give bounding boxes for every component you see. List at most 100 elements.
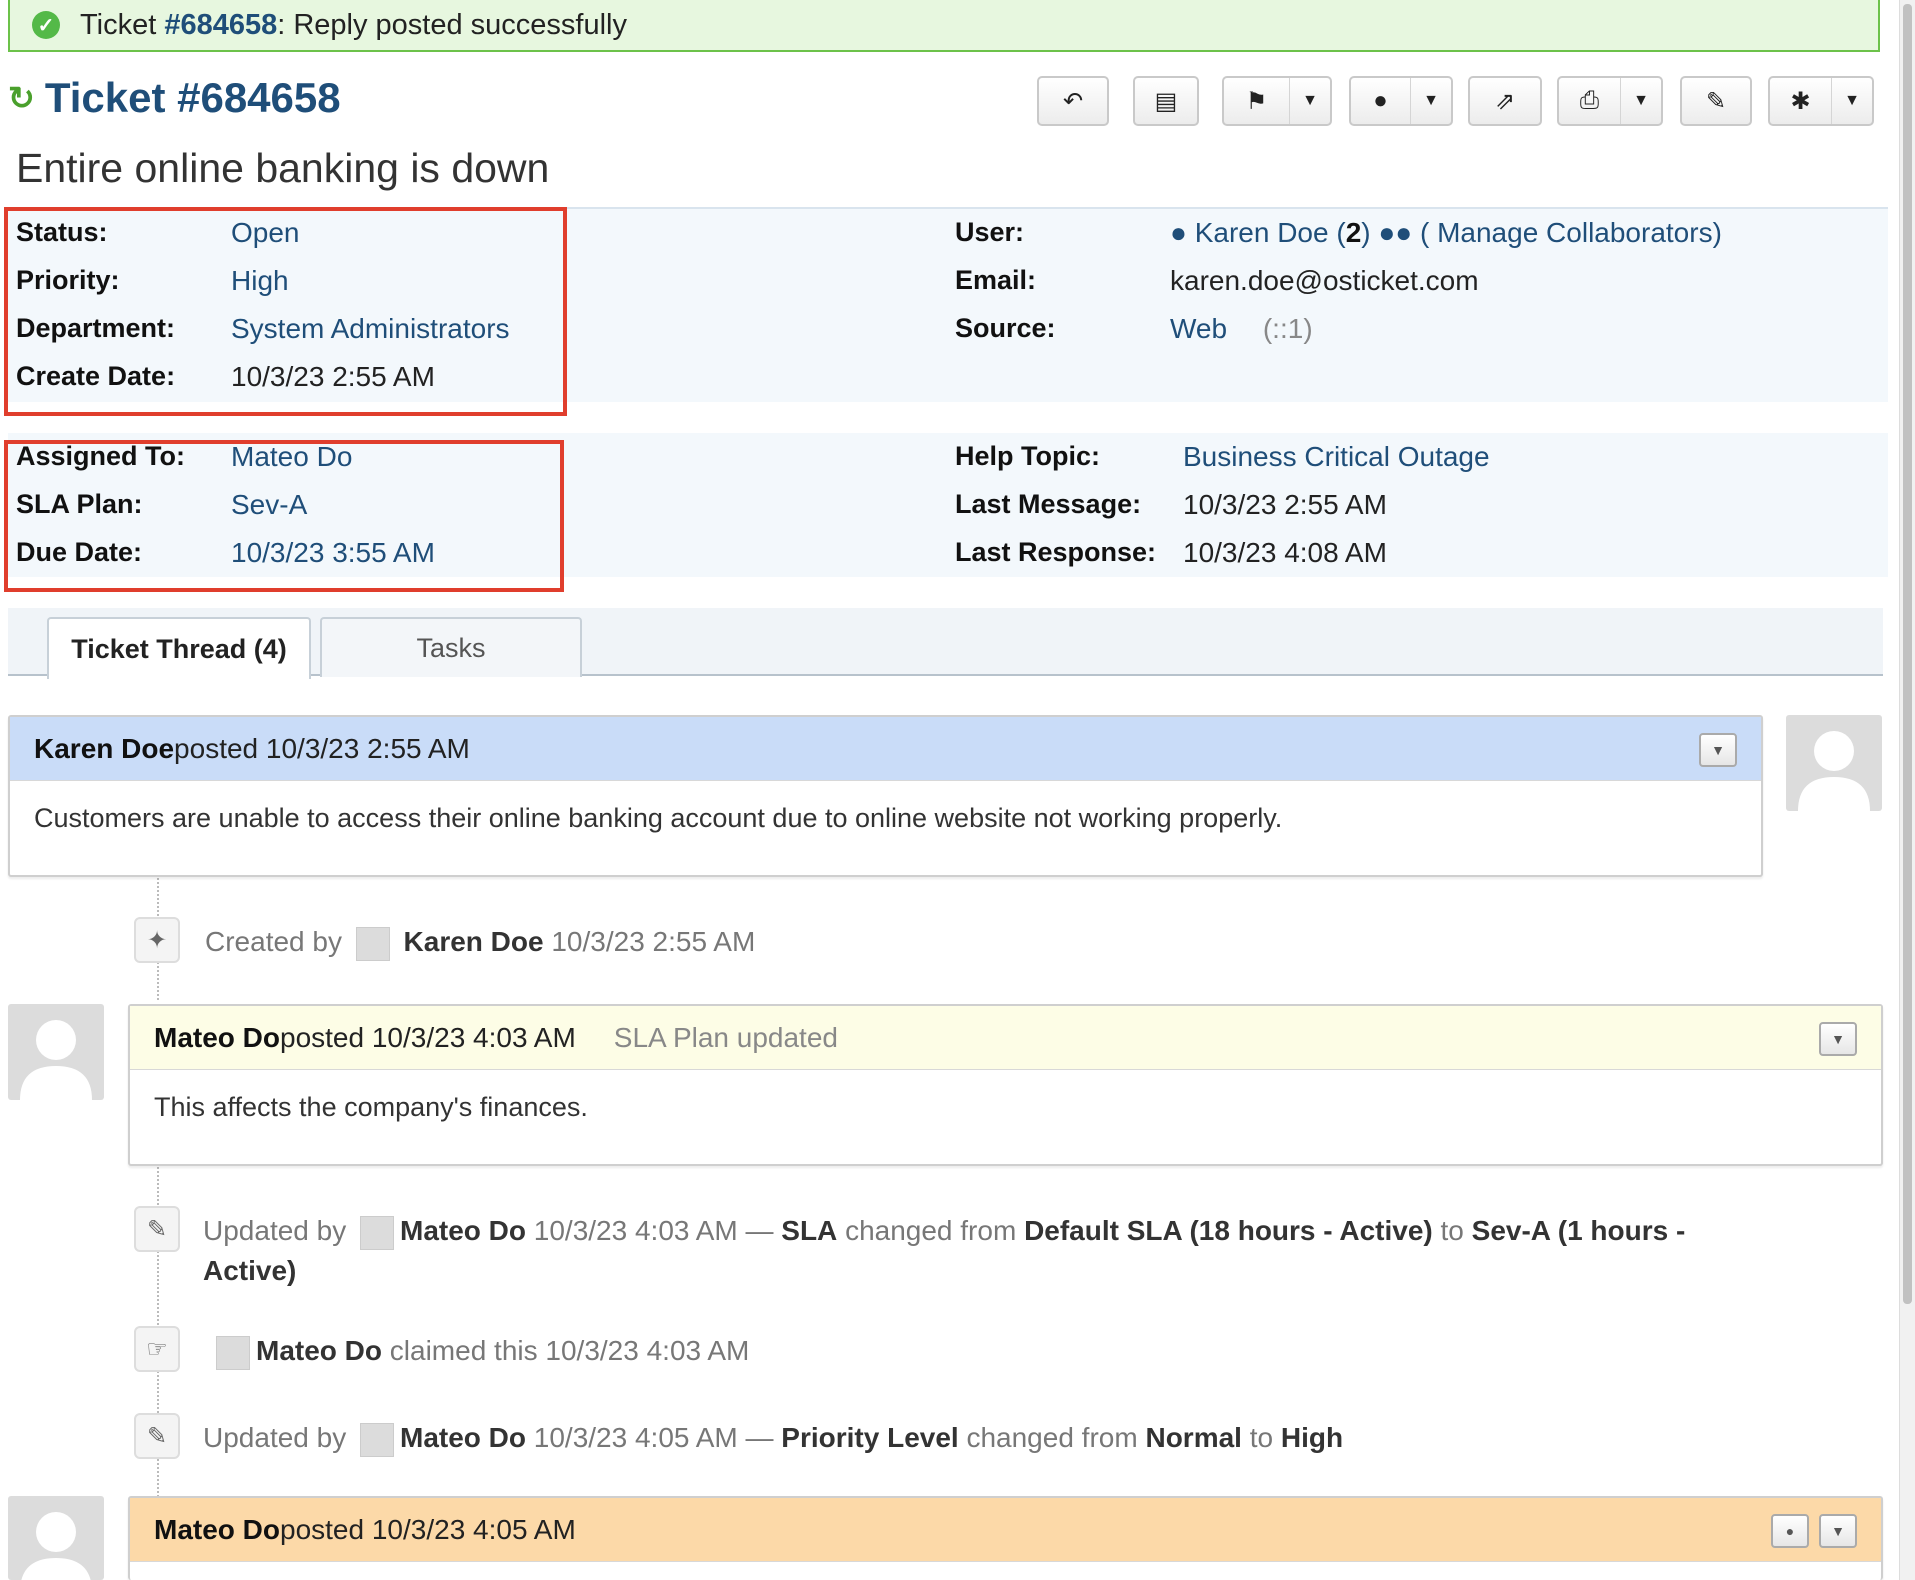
note-button[interactable]: ▤ <box>1133 76 1199 126</box>
edit-icon: ✎ <box>1705 87 1727 115</box>
check-circle-icon: ✓ <box>32 11 60 39</box>
event-created: Created by Karen Doe 10/3/23 2:55 AM <box>205 922 755 962</box>
help-topic-value: Business Critical Outage <box>1183 441 1490 472</box>
entry-author[interactable]: Mateo Do <box>154 1022 280 1054</box>
event-sla-updated: Updated by Mateo Do 10/3/23 4:03 AM — SL… <box>203 1211 1763 1291</box>
user-icon: ● <box>1785 1523 1795 1539</box>
reply-button[interactable]: ↶ <box>1037 76 1109 126</box>
event-field: SLA <box>781 1215 838 1246</box>
source-name: Web <box>1170 313 1228 344</box>
refresh-icon[interactable]: ↻ <box>8 79 35 117</box>
entry-posted-time: posted 10/3/23 2:55 AM <box>174 732 470 764</box>
help-topic-label: Help Topic: <box>955 441 1100 471</box>
event-claimed: Mateo Do claimed this 10/3/23 4:03 AM <box>210 1331 749 1371</box>
avatar <box>8 1496 104 1580</box>
email-value: karen.doe@osticket.com <box>1170 265 1479 296</box>
event-user[interactable]: Karen Doe <box>404 926 544 957</box>
entry-posted-time: posted 10/3/23 4:05 AM <box>280 1513 576 1545</box>
scrollbar-thumb[interactable] <box>1903 4 1912 1304</box>
avatar <box>216 1335 250 1370</box>
page-title[interactable]: Ticket #684658 <box>45 74 341 122</box>
print-dropdown-button[interactable]: ⎙ ▼ <box>1557 76 1663 126</box>
entry-options-button[interactable]: ▼ <box>1819 1022 1857 1056</box>
reply-icon: ↶ <box>1062 87 1084 115</box>
flag-dropdown-button[interactable]: ⚑ ▼ <box>1222 76 1332 126</box>
thread-entry-note: Mateo Do posted 10/3/23 4:03 AM SLA Plan… <box>128 1004 1883 1166</box>
magic-wand-icon: ✦ <box>134 917 180 963</box>
entry-options-button[interactable]: ▼ <box>1699 733 1737 767</box>
flag-icon: ⚑ <box>1245 87 1268 115</box>
avatar <box>8 1004 104 1100</box>
user-value: ● Karen Doe (2) ●● ( Manage Collaborator… <box>1170 217 1722 248</box>
more-dropdown-button[interactable]: ✱ ▼ <box>1768 76 1874 126</box>
event-changed-text: changed from <box>966 1422 1138 1453</box>
entry-header: Karen Doe posted 10/3/23 2:55 AM <box>10 717 1761 781</box>
edit-button[interactable]: ✎ <box>1680 76 1752 126</box>
event-time: 10/3/23 4:05 AM — <box>533 1422 774 1453</box>
success-notice: ✓ Ticket #684658: Reply posted successfu… <box>8 0 1880 52</box>
entry-header: Mateo Do posted 10/3/23 4:05 AM <box>130 1498 1881 1562</box>
entry-options-button[interactable]: ▼ <box>1819 1514 1857 1548</box>
email-label: Email: <box>955 265 1037 295</box>
event-to-value: High <box>1280 1422 1344 1453</box>
thread-entry-message: Karen Doe posted 10/3/23 2:55 AM Custome… <box>8 715 1763 877</box>
highlight-box-assignment <box>4 440 564 592</box>
source-ip: (::1) <box>1262 313 1313 344</box>
event-to-word: to <box>1440 1215 1464 1246</box>
last-response-value: 10/3/23 4:08 AM <box>1183 537 1387 568</box>
entry-body: Customers are unable to access their onl… <box>34 803 1283 833</box>
print-icon: ⎙ <box>1579 87 1600 114</box>
tab-tasks[interactable]: Tasks <box>320 617 582 677</box>
avatar <box>1786 715 1882 811</box>
event-user[interactable]: Mateo Do <box>256 1335 382 1366</box>
pencil-icon: ✎ <box>134 1206 180 1252</box>
event-user[interactable]: Mateo Do <box>400 1215 526 1246</box>
source-value: Web (::1) <box>1170 313 1313 345</box>
users-icon: ●● <box>1378 217 1413 248</box>
chevron-down-icon: ▼ <box>1289 78 1330 124</box>
last-message-value: 10/3/23 2:55 AM <box>1183 489 1387 520</box>
event-text: claimed this 10/3/23 4:03 AM <box>389 1335 750 1366</box>
user-link[interactable]: Karen Doe <box>1195 217 1329 248</box>
entry-posted-time: posted 10/3/23 4:03 AM <box>280 1021 576 1053</box>
thumbs-up-icon: ☞ <box>134 1326 180 1372</box>
event-prefix: Created by <box>205 926 342 957</box>
avatar <box>355 926 390 961</box>
entry-header: Mateo Do posted 10/3/23 4:03 AM SLA Plan… <box>130 1006 1881 1070</box>
file-icon: ▤ <box>1154 87 1178 115</box>
event-prefix: Updated by <box>203 1215 347 1246</box>
avatar <box>360 1422 394 1457</box>
chevron-down-icon: ▼ <box>1711 742 1725 758</box>
transfer-button[interactable]: ⇗ <box>1468 76 1542 126</box>
chevron-down-icon: ▼ <box>1831 1523 1845 1539</box>
source-label: Source: <box>955 313 1056 343</box>
entry-author[interactable]: Karen Doe <box>34 733 174 765</box>
title-row: ↻ Ticket #684658 <box>8 68 341 128</box>
event-user[interactable]: Mateo Do <box>400 1422 526 1453</box>
event-from-value: Normal <box>1145 1422 1242 1453</box>
scrollbar[interactable] <box>1899 0 1915 1580</box>
event-to-word: to <box>1249 1422 1274 1453</box>
share-icon: ⇗ <box>1494 87 1516 115</box>
user-label: User: <box>955 217 1025 247</box>
thread-entry-response: Mateo Do posted 10/3/23 4:05 AM ● ▼ <box>128 1496 1883 1580</box>
user-icon: ● <box>1373 87 1388 114</box>
entry-author[interactable]: Mateo Do <box>154 1514 280 1546</box>
chevron-down-icon: ▼ <box>1410 78 1451 124</box>
event-priority-updated: Updated by Mateo Do 10/3/23 4:05 AM — Pr… <box>203 1418 1343 1458</box>
user-ticket-count[interactable]: 2 <box>1346 217 1362 248</box>
chevron-down-icon: ▼ <box>1620 78 1661 124</box>
entry-body: This affects the company's finances. <box>154 1092 588 1122</box>
notice-text: Ticket #684658: Reply posted successfull… <box>80 8 628 41</box>
avatar <box>360 1215 394 1250</box>
assign-dropdown-button[interactable]: ● ▼ <box>1349 76 1453 126</box>
event-prefix: Updated by <box>203 1422 347 1453</box>
tab-ticket-thread[interactable]: Ticket Thread (4) <box>47 617 311 679</box>
chevron-down-icon: ▼ <box>1831 78 1872 124</box>
event-field: Priority Level <box>781 1422 959 1453</box>
chevron-down-icon: ▼ <box>1831 1031 1845 1047</box>
manage-collaborators-link[interactable]: ( Manage Collaborators) <box>1420 217 1722 248</box>
entry-user-button[interactable]: ● <box>1771 1514 1809 1548</box>
entry-note-title: SLA Plan updated <box>613 1021 838 1053</box>
event-changed-text: changed from <box>845 1215 1017 1246</box>
